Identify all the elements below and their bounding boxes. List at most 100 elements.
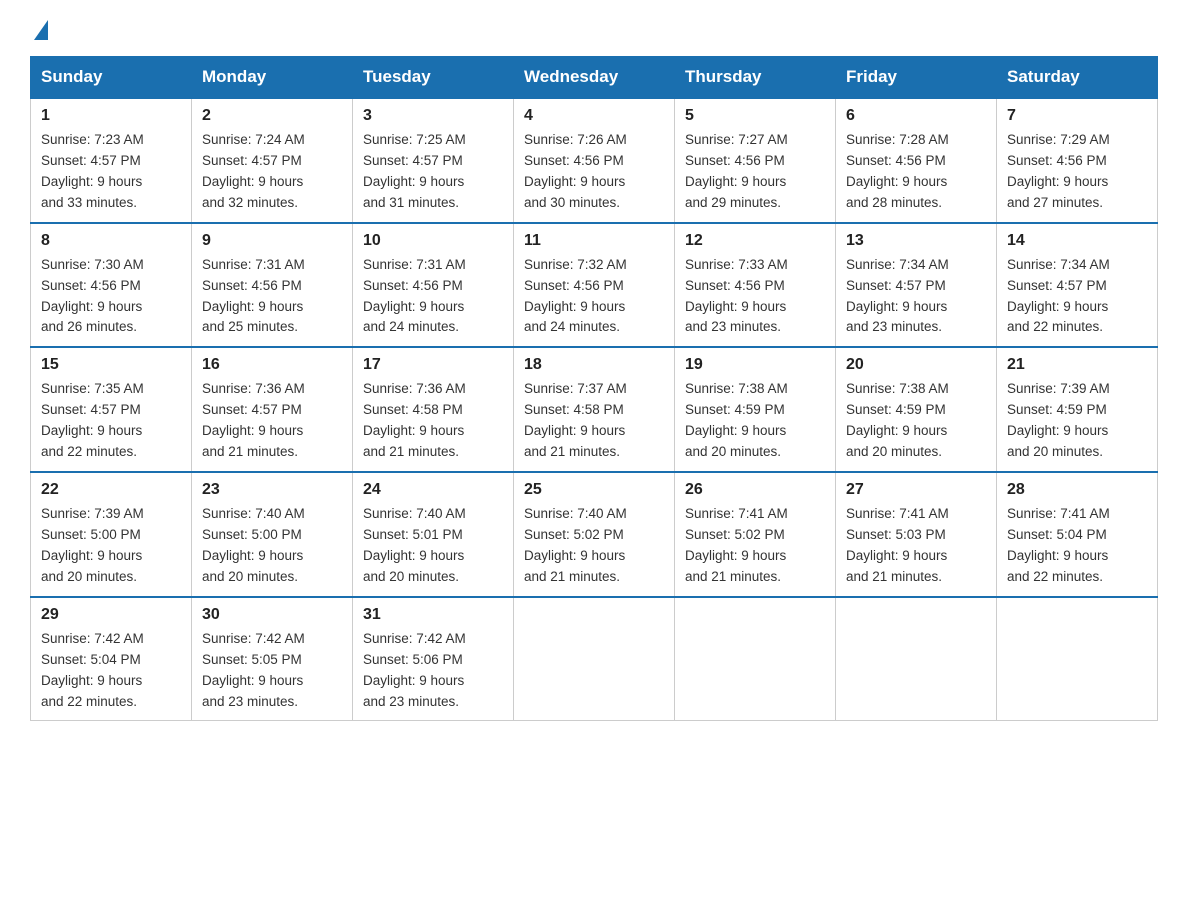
calendar-cell: 13 Sunrise: 7:34 AM Sunset: 4:57 PM Dayl… bbox=[836, 223, 997, 348]
day-info: Sunrise: 7:42 AM Sunset: 5:04 PM Dayligh… bbox=[41, 629, 181, 713]
calendar-cell: 10 Sunrise: 7:31 AM Sunset: 4:56 PM Dayl… bbox=[353, 223, 514, 348]
day-info: Sunrise: 7:25 AM Sunset: 4:57 PM Dayligh… bbox=[363, 130, 503, 214]
calendar-cell: 4 Sunrise: 7:26 AM Sunset: 4:56 PM Dayli… bbox=[514, 98, 675, 223]
calendar-cell: 8 Sunrise: 7:30 AM Sunset: 4:56 PM Dayli… bbox=[31, 223, 192, 348]
weekday-header-monday: Monday bbox=[192, 57, 353, 99]
calendar-cell: 23 Sunrise: 7:40 AM Sunset: 5:00 PM Dayl… bbox=[192, 472, 353, 597]
calendar-cell bbox=[997, 597, 1158, 721]
calendar-cell: 15 Sunrise: 7:35 AM Sunset: 4:57 PM Dayl… bbox=[31, 347, 192, 472]
day-info: Sunrise: 7:40 AM Sunset: 5:02 PM Dayligh… bbox=[524, 504, 664, 588]
day-info: Sunrise: 7:30 AM Sunset: 4:56 PM Dayligh… bbox=[41, 255, 181, 339]
day-info: Sunrise: 7:31 AM Sunset: 4:56 PM Dayligh… bbox=[202, 255, 342, 339]
calendar-cell: 18 Sunrise: 7:37 AM Sunset: 4:58 PM Dayl… bbox=[514, 347, 675, 472]
calendar-cell: 16 Sunrise: 7:36 AM Sunset: 4:57 PM Dayl… bbox=[192, 347, 353, 472]
calendar-cell: 1 Sunrise: 7:23 AM Sunset: 4:57 PM Dayli… bbox=[31, 98, 192, 223]
calendar-cell: 3 Sunrise: 7:25 AM Sunset: 4:57 PM Dayli… bbox=[353, 98, 514, 223]
calendar-cell: 24 Sunrise: 7:40 AM Sunset: 5:01 PM Dayl… bbox=[353, 472, 514, 597]
day-info: Sunrise: 7:36 AM Sunset: 4:58 PM Dayligh… bbox=[363, 379, 503, 463]
day-number: 22 bbox=[41, 481, 181, 499]
weekday-header-tuesday: Tuesday bbox=[353, 57, 514, 99]
weekday-header-row: SundayMondayTuesdayWednesdayThursdayFrid… bbox=[31, 57, 1158, 99]
day-info: Sunrise: 7:34 AM Sunset: 4:57 PM Dayligh… bbox=[1007, 255, 1147, 339]
calendar-cell: 17 Sunrise: 7:36 AM Sunset: 4:58 PM Dayl… bbox=[353, 347, 514, 472]
day-number: 21 bbox=[1007, 356, 1147, 374]
day-info: Sunrise: 7:40 AM Sunset: 5:01 PM Dayligh… bbox=[363, 504, 503, 588]
calendar-cell: 27 Sunrise: 7:41 AM Sunset: 5:03 PM Dayl… bbox=[836, 472, 997, 597]
day-info: Sunrise: 7:24 AM Sunset: 4:57 PM Dayligh… bbox=[202, 130, 342, 214]
weekday-header-saturday: Saturday bbox=[997, 57, 1158, 99]
week-row-4: 22 Sunrise: 7:39 AM Sunset: 5:00 PM Dayl… bbox=[31, 472, 1158, 597]
day-number: 16 bbox=[202, 356, 342, 374]
day-number: 20 bbox=[846, 356, 986, 374]
day-info: Sunrise: 7:41 AM Sunset: 5:04 PM Dayligh… bbox=[1007, 504, 1147, 588]
calendar-cell: 14 Sunrise: 7:34 AM Sunset: 4:57 PM Dayl… bbox=[997, 223, 1158, 348]
calendar-table: SundayMondayTuesdayWednesdayThursdayFrid… bbox=[30, 56, 1158, 721]
day-number: 11 bbox=[524, 232, 664, 250]
calendar-cell: 7 Sunrise: 7:29 AM Sunset: 4:56 PM Dayli… bbox=[997, 98, 1158, 223]
day-number: 9 bbox=[202, 232, 342, 250]
weekday-header-thursday: Thursday bbox=[675, 57, 836, 99]
calendar-cell: 21 Sunrise: 7:39 AM Sunset: 4:59 PM Dayl… bbox=[997, 347, 1158, 472]
day-info: Sunrise: 7:31 AM Sunset: 4:56 PM Dayligh… bbox=[363, 255, 503, 339]
weekday-header-wednesday: Wednesday bbox=[514, 57, 675, 99]
day-info: Sunrise: 7:38 AM Sunset: 4:59 PM Dayligh… bbox=[685, 379, 825, 463]
calendar-cell: 6 Sunrise: 7:28 AM Sunset: 4:56 PM Dayli… bbox=[836, 98, 997, 223]
day-info: Sunrise: 7:42 AM Sunset: 5:05 PM Dayligh… bbox=[202, 629, 342, 713]
day-info: Sunrise: 7:23 AM Sunset: 4:57 PM Dayligh… bbox=[41, 130, 181, 214]
week-row-3: 15 Sunrise: 7:35 AM Sunset: 4:57 PM Dayl… bbox=[31, 347, 1158, 472]
calendar-cell bbox=[514, 597, 675, 721]
calendar-cell bbox=[836, 597, 997, 721]
page-header bbox=[30, 20, 1158, 38]
day-number: 8 bbox=[41, 232, 181, 250]
weekday-header-friday: Friday bbox=[836, 57, 997, 99]
week-row-2: 8 Sunrise: 7:30 AM Sunset: 4:56 PM Dayli… bbox=[31, 223, 1158, 348]
day-number: 12 bbox=[685, 232, 825, 250]
day-info: Sunrise: 7:38 AM Sunset: 4:59 PM Dayligh… bbox=[846, 379, 986, 463]
calendar-cell: 12 Sunrise: 7:33 AM Sunset: 4:56 PM Dayl… bbox=[675, 223, 836, 348]
weekday-header-sunday: Sunday bbox=[31, 57, 192, 99]
day-number: 19 bbox=[685, 356, 825, 374]
day-info: Sunrise: 7:26 AM Sunset: 4:56 PM Dayligh… bbox=[524, 130, 664, 214]
day-number: 31 bbox=[363, 606, 503, 624]
day-number: 3 bbox=[363, 107, 503, 125]
day-number: 17 bbox=[363, 356, 503, 374]
calendar-cell: 9 Sunrise: 7:31 AM Sunset: 4:56 PM Dayli… bbox=[192, 223, 353, 348]
calendar-cell: 28 Sunrise: 7:41 AM Sunset: 5:04 PM Dayl… bbox=[997, 472, 1158, 597]
logo bbox=[30, 20, 48, 38]
calendar-cell: 11 Sunrise: 7:32 AM Sunset: 4:56 PM Dayl… bbox=[514, 223, 675, 348]
calendar-cell: 26 Sunrise: 7:41 AM Sunset: 5:02 PM Dayl… bbox=[675, 472, 836, 597]
day-number: 24 bbox=[363, 481, 503, 499]
calendar-cell: 19 Sunrise: 7:38 AM Sunset: 4:59 PM Dayl… bbox=[675, 347, 836, 472]
day-number: 18 bbox=[524, 356, 664, 374]
day-number: 10 bbox=[363, 232, 503, 250]
calendar-cell bbox=[675, 597, 836, 721]
day-number: 15 bbox=[41, 356, 181, 374]
day-number: 6 bbox=[846, 107, 986, 125]
day-info: Sunrise: 7:42 AM Sunset: 5:06 PM Dayligh… bbox=[363, 629, 503, 713]
day-info: Sunrise: 7:35 AM Sunset: 4:57 PM Dayligh… bbox=[41, 379, 181, 463]
calendar-cell: 31 Sunrise: 7:42 AM Sunset: 5:06 PM Dayl… bbox=[353, 597, 514, 721]
day-number: 28 bbox=[1007, 481, 1147, 499]
day-number: 30 bbox=[202, 606, 342, 624]
day-number: 13 bbox=[846, 232, 986, 250]
day-number: 7 bbox=[1007, 107, 1147, 125]
calendar-cell: 22 Sunrise: 7:39 AM Sunset: 5:00 PM Dayl… bbox=[31, 472, 192, 597]
day-info: Sunrise: 7:41 AM Sunset: 5:02 PM Dayligh… bbox=[685, 504, 825, 588]
calendar-cell: 5 Sunrise: 7:27 AM Sunset: 4:56 PM Dayli… bbox=[675, 98, 836, 223]
day-info: Sunrise: 7:29 AM Sunset: 4:56 PM Dayligh… bbox=[1007, 130, 1147, 214]
week-row-5: 29 Sunrise: 7:42 AM Sunset: 5:04 PM Dayl… bbox=[31, 597, 1158, 721]
day-number: 29 bbox=[41, 606, 181, 624]
day-info: Sunrise: 7:32 AM Sunset: 4:56 PM Dayligh… bbox=[524, 255, 664, 339]
calendar-cell: 25 Sunrise: 7:40 AM Sunset: 5:02 PM Dayl… bbox=[514, 472, 675, 597]
day-number: 26 bbox=[685, 481, 825, 499]
day-info: Sunrise: 7:33 AM Sunset: 4:56 PM Dayligh… bbox=[685, 255, 825, 339]
day-info: Sunrise: 7:34 AM Sunset: 4:57 PM Dayligh… bbox=[846, 255, 986, 339]
day-number: 4 bbox=[524, 107, 664, 125]
calendar-cell: 30 Sunrise: 7:42 AM Sunset: 5:05 PM Dayl… bbox=[192, 597, 353, 721]
calendar-cell: 2 Sunrise: 7:24 AM Sunset: 4:57 PM Dayli… bbox=[192, 98, 353, 223]
day-info: Sunrise: 7:37 AM Sunset: 4:58 PM Dayligh… bbox=[524, 379, 664, 463]
day-info: Sunrise: 7:39 AM Sunset: 5:00 PM Dayligh… bbox=[41, 504, 181, 588]
logo-triangle-icon bbox=[34, 20, 48, 40]
day-number: 27 bbox=[846, 481, 986, 499]
day-info: Sunrise: 7:28 AM Sunset: 4:56 PM Dayligh… bbox=[846, 130, 986, 214]
